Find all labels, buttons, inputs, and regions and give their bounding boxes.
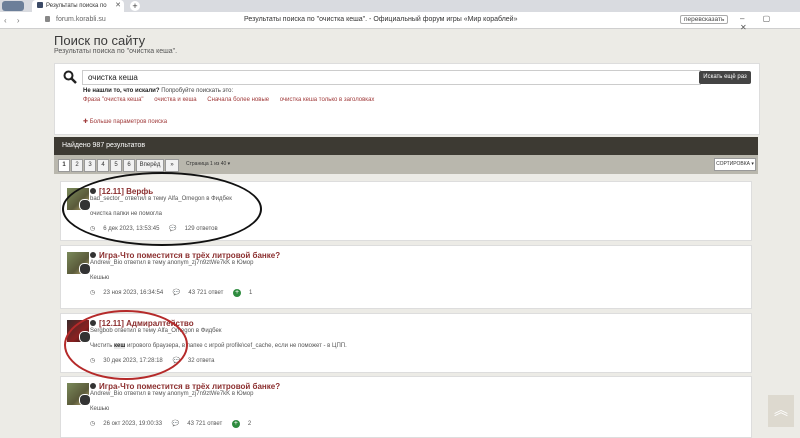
suggestion-link[interactable]: очистка и кеша <box>154 97 196 103</box>
not-found-hint: Не нашли то, что искали? Попробуйте поис… <box>83 88 234 94</box>
suggestion-link[interactable]: очистка кеша только в заголовках <box>280 97 375 103</box>
more-search-params-link[interactable]: ✚ Больше параметров поиска <box>83 118 167 125</box>
close-tab-icon[interactable]: ✕ <box>115 0 121 12</box>
results-count-bar: Найдено 987 результатов <box>54 137 758 155</box>
page-6-button[interactable]: 6 <box>123 159 135 172</box>
page-5-button[interactable]: 5 <box>110 159 122 172</box>
suggestion-link[interactable]: Фраза "очистка кеша" <box>83 97 144 103</box>
suggestion-link[interactable]: Сначала более новые <box>207 97 269 103</box>
page-1-button[interactable]: 1 <box>58 159 70 172</box>
replies-icon: 💬 <box>172 290 181 296</box>
page-title: Поиск по сайту <box>54 33 146 48</box>
page-title-text: Результаты поиска по "очистка кеша". - О… <box>244 16 518 23</box>
browser-tab-bar: Результаты поиска по ✕ + <box>0 0 800 12</box>
search-panel: очистка кеша Искать ещё раз Не нашли то,… <box>54 63 760 135</box>
result-title[interactable]: Игра-Что поместится в трёх литровой банк… <box>90 382 280 391</box>
search-suggestions: Фраза "очистка кеша" очистка и кеша Снач… <box>83 97 383 103</box>
unread-dot-icon <box>90 383 96 389</box>
results-count: Найдено 987 результатов <box>62 142 146 149</box>
address-bar: ‹ › forum.korabli.su Результаты поиска п… <box>0 12 800 32</box>
page-2-button[interactable]: 2 <box>71 159 83 172</box>
result-snippet: Кешью <box>90 406 110 412</box>
result-title[interactable]: Игра-Что поместится в трёх литровой банк… <box>90 251 280 260</box>
clock-icon: ◷ <box>90 421 96 427</box>
page-4-button[interactable]: 4 <box>97 159 109 172</box>
replies-icon: 💬 <box>171 421 180 427</box>
reputation-count: 2 <box>247 421 252 427</box>
lock-icon[interactable] <box>45 16 50 22</box>
reputation-plus-icon[interactable]: + <box>233 289 242 297</box>
result-meta: Andrew_Bio ответил в тему anonym_zj7n9zt… <box>90 391 254 397</box>
window-controls-icon[interactable]: – ▢ ✕ <box>740 14 800 32</box>
page-subtitle: Результаты поиска по "очистка кеша". <box>54 48 178 55</box>
unread-dot-icon <box>90 252 96 258</box>
browser-tab[interactable]: Результаты поиска по ✕ <box>32 0 124 12</box>
reputation-count: 1 <box>249 290 253 296</box>
search-input[interactable]: очистка кеша <box>82 70 701 85</box>
result-item: Игра-Что поместится в трёх литровой банк… <box>60 245 752 309</box>
result-stats: ◷ 23 ноя 2023, 16:34:54 💬 43 721 ответ +1 <box>90 289 253 297</box>
result-stats: ◷ 26 окт 2023, 19:00:33 💬 43 721 ответ +2 <box>90 420 252 428</box>
reputation-plus-icon[interactable]: + <box>231 420 240 428</box>
site-favicon-icon <box>37 2 43 8</box>
result-item: Игра-Что поместится в трёх литровой банк… <box>60 376 752 438</box>
scroll-to-top-icon[interactable]: ︽ <box>768 395 794 427</box>
last-page-button[interactable]: » <box>165 159 179 172</box>
search-icon <box>63 70 77 84</box>
red-annotation-ellipse <box>64 310 188 380</box>
sort-button[interactable]: СОРТИРОВКА ▾ <box>714 158 756 171</box>
clock-icon: ◷ <box>90 290 96 296</box>
page-3-button[interactable]: 3 <box>84 159 96 172</box>
black-annotation-ellipse <box>62 172 262 246</box>
next-page-button[interactable]: Вперёд <box>136 159 164 172</box>
result-snippet: Кешью <box>90 275 110 281</box>
new-tab-button[interactable]: + <box>130 1 140 11</box>
tab-menu-button[interactable] <box>2 1 24 11</box>
result-meta: Andrew_Bio ответил в тему anonym_zj7n9zt… <box>90 260 254 266</box>
url-field[interactable]: forum.korabli.su <box>56 16 106 23</box>
page-info-dropdown[interactable]: Страница 1 из 40 ▾ <box>186 161 230 167</box>
tab-title: Результаты поиска по <box>46 3 107 9</box>
search-again-button[interactable]: Искать ещё раз <box>699 71 751 84</box>
nav-arrows-icon[interactable]: ‹ › <box>4 16 24 25</box>
translate-button[interactable]: перевсказать <box>680 15 729 24</box>
